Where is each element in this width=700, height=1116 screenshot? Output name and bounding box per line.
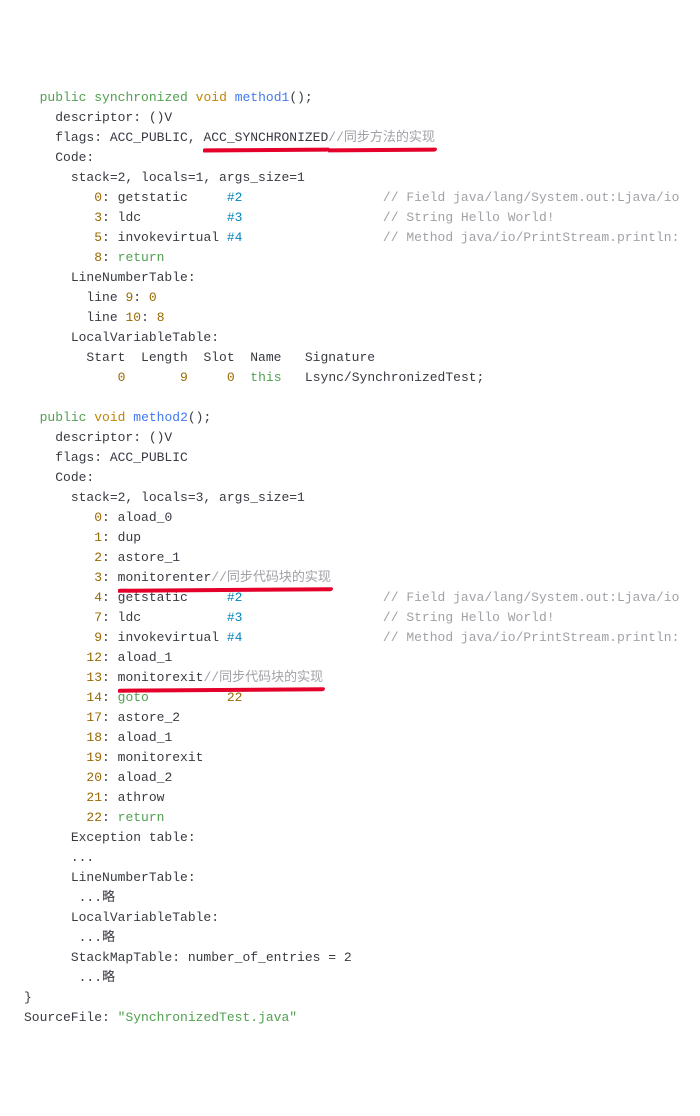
descriptor: descriptor: ()V xyxy=(55,110,172,125)
opcode-monitorexit: monitorexit xyxy=(118,670,204,685)
lnt-line: line xyxy=(86,290,117,305)
offset: 0 xyxy=(94,190,102,205)
code-label: Code: xyxy=(55,150,94,165)
local-variable-table-label: LocalVariableTable: xyxy=(71,910,219,925)
const-ref: #3 xyxy=(227,610,243,625)
flags-prefix: flags: ACC_PUBLIC, xyxy=(55,130,203,145)
opcode: athrow xyxy=(118,790,165,805)
omitted: ...略 xyxy=(79,970,115,985)
local-variable-table-label: LocalVariableTable: xyxy=(71,330,219,345)
omitted: ...略 xyxy=(79,890,115,905)
paren-semi: (); xyxy=(289,90,312,105)
opcode-monitorenter: monitorenter xyxy=(118,570,212,585)
offset: 18 xyxy=(86,730,102,745)
paren-semi: (); xyxy=(188,410,211,425)
offset: 21 xyxy=(86,790,102,805)
offset: 12 xyxy=(86,650,102,665)
lvt-start: 0 xyxy=(118,370,126,385)
opcode: aload_2 xyxy=(118,770,173,785)
source-file-label: SourceFile: xyxy=(24,1010,110,1025)
offset: 0 xyxy=(94,510,102,525)
comment-sync-block: //同步代码块的实现 xyxy=(203,670,323,685)
comment-sync-block: //同步代码块的实现 xyxy=(211,570,331,585)
opcode: aload_1 xyxy=(118,730,173,745)
keyword-synchronized: synchronized xyxy=(94,90,188,105)
comment: // Method java/io/PrintStream.println: xyxy=(383,630,679,645)
opcode: aload_0 xyxy=(118,510,173,525)
code-label: Code: xyxy=(55,470,94,485)
comment: // String Hello World! xyxy=(383,610,555,625)
offset: 8 xyxy=(94,250,102,265)
offset: 4 xyxy=(94,590,102,605)
offset: 9 xyxy=(94,630,102,645)
const-ref: #4 xyxy=(227,230,243,245)
const-ref: #4 xyxy=(227,630,243,645)
opcode: ldc xyxy=(118,610,141,625)
acc-synchronized-underlined: ACC_SYNCHRONIZED xyxy=(203,128,328,148)
opcode: invokevirtual xyxy=(118,230,219,245)
comment: // String Hello World! xyxy=(383,210,555,225)
offset: 7 xyxy=(94,610,102,625)
omitted: ...略 xyxy=(79,930,115,945)
method-name: method1 xyxy=(235,90,290,105)
comment-sync-method: //同步方法的实现 xyxy=(328,128,435,148)
stack-info: stack=2, locals=1, args_size=1 xyxy=(71,170,305,185)
lvt-header: Start Length Slot Name Signature xyxy=(86,350,375,365)
offset: 3 xyxy=(94,570,102,585)
const-ref: #2 xyxy=(227,190,243,205)
comment: // Field java/lang/System.out:Ljava/io xyxy=(383,590,679,605)
comment: // Method java/io/PrintStream.println: xyxy=(383,230,679,245)
line-number-table-label: LineNumberTable: xyxy=(71,870,196,885)
colon: : xyxy=(141,310,149,325)
lnt-line: line xyxy=(86,310,117,325)
opcode-return: return xyxy=(118,250,165,265)
keyword-public: public xyxy=(40,410,87,425)
offset: 1 xyxy=(94,530,102,545)
opcode: astore_1 xyxy=(118,550,180,565)
offset: 5 xyxy=(94,230,102,245)
descriptor: descriptor: ()V xyxy=(55,430,172,445)
flags: flags: ACC_PUBLIC xyxy=(55,450,188,465)
offset: 20 xyxy=(86,770,102,785)
colon: : xyxy=(133,290,141,305)
dots: ... xyxy=(71,850,94,865)
opcode: dup xyxy=(118,530,141,545)
opcode: aload_1 xyxy=(118,650,173,665)
offset: 22 xyxy=(86,810,102,825)
close-brace: } xyxy=(24,990,32,1005)
lvt-sig: Lsync/SynchronizedTest; xyxy=(305,370,484,385)
method-name: method2 xyxy=(133,410,188,425)
pc: 0 xyxy=(149,290,157,305)
keyword-void: void xyxy=(196,90,227,105)
line-no: 10 xyxy=(125,310,141,325)
keyword-void: void xyxy=(94,410,125,425)
exception-table-label: Exception table: xyxy=(71,830,196,845)
offset: 14 xyxy=(86,690,102,705)
opcode: monitorexit xyxy=(118,750,204,765)
comment: // Field java/lang/System.out:Ljava/io xyxy=(383,190,679,205)
lvt-name-this: this xyxy=(250,370,281,385)
source-file-value: "SynchronizedTest.java" xyxy=(118,1010,297,1025)
lvt-length: 9 xyxy=(180,370,188,385)
opcode: invokevirtual xyxy=(118,630,219,645)
opcode: getstatic xyxy=(118,190,188,205)
offset: 3 xyxy=(94,210,102,225)
branch-target: 22 xyxy=(227,690,243,705)
const-ref: #3 xyxy=(227,210,243,225)
pc: 8 xyxy=(157,310,165,325)
lvt-slot: 0 xyxy=(227,370,235,385)
opcode-return: return xyxy=(118,810,165,825)
stack-info: stack=2, locals=3, args_size=1 xyxy=(71,490,305,505)
offset: 17 xyxy=(86,710,102,725)
offset: 2 xyxy=(94,550,102,565)
const-ref: #2 xyxy=(227,590,243,605)
opcode: ldc xyxy=(118,210,141,225)
code-block: public synchronized void method1(); desc… xyxy=(24,90,679,1025)
keyword-public: public xyxy=(40,90,87,105)
opcode: astore_2 xyxy=(118,710,180,725)
offset: 19 xyxy=(86,750,102,765)
line-number-table-label: LineNumberTable: xyxy=(71,270,196,285)
stack-map-table: StackMapTable: number_of_entries = 2 xyxy=(71,950,352,965)
offset: 13 xyxy=(86,670,102,685)
